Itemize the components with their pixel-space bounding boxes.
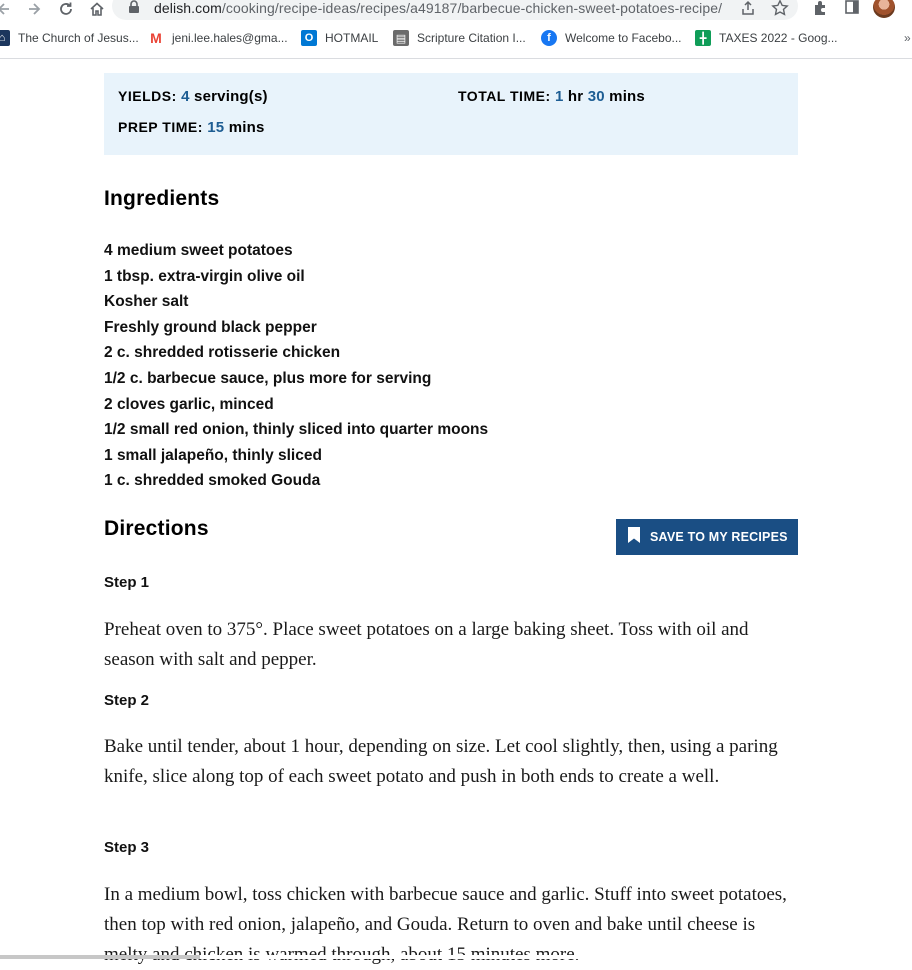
bookmark-facebook[interactable]: f Welcome to Facebo... bbox=[541, 28, 682, 48]
ingredient-item: 2 c. shredded rotisserie chicken bbox=[104, 340, 488, 366]
outlook-icon: O bbox=[301, 30, 317, 46]
total-hours-unit: hr bbox=[567, 88, 584, 105]
bookmark-label: Welcome to Facebo... bbox=[565, 31, 682, 45]
bookmark-label: The Church of Jesus... bbox=[18, 31, 139, 45]
ingredient-text: small jalapeño, thinly sliced bbox=[116, 446, 322, 464]
ingredient-amount: 1 tbsp. bbox=[104, 267, 154, 285]
save-to-my-recipes-button[interactable]: SAVE TO MY RECIPES bbox=[616, 519, 798, 555]
ingredient-text: small red onion, thinly sliced into quar… bbox=[129, 421, 489, 439]
side-panel-icon[interactable] bbox=[844, 0, 860, 20]
prep-time-unit: mins bbox=[228, 119, 265, 136]
ingredient-item: 1 c. shredded smoked Gouda bbox=[104, 468, 488, 494]
gmail-icon: M bbox=[150, 30, 162, 46]
total-time-info: TOTAL TIME: 1 hr 30 mins bbox=[458, 88, 645, 105]
bookmarks-overflow-icon[interactable]: » bbox=[904, 31, 911, 45]
ingredient-amount: 1/2 bbox=[104, 421, 126, 439]
reload-icon[interactable] bbox=[56, 0, 76, 18]
ingredient-item: 1 small jalapeño, thinly sliced bbox=[104, 443, 488, 469]
step-title: Step 2 bbox=[104, 692, 150, 709]
facebook-icon: f bbox=[541, 30, 557, 46]
ingredient-item: Freshly ground black pepper bbox=[104, 315, 488, 341]
ingredient-text: extra-virgin olive oil bbox=[158, 267, 305, 285]
ingredient-amount: 4 bbox=[104, 242, 113, 259]
profile-avatar[interactable] bbox=[873, 0, 895, 18]
bookmark-label: TAXES 2022 - Goog... bbox=[719, 31, 838, 45]
yields-unit: serving(s) bbox=[194, 88, 268, 105]
ingredient-text: shredded smoked Gouda bbox=[134, 472, 321, 490]
yields-label: YIELDS: bbox=[118, 88, 177, 104]
bookmark-scripture[interactable]: ▤ Scripture Citation I... bbox=[393, 28, 526, 48]
bookmark-church[interactable]: ⌂ The Church of Jesus... bbox=[0, 28, 139, 48]
ingredient-text: Kosher salt bbox=[104, 293, 189, 311]
bookmark-hotmail[interactable]: O HOTMAIL bbox=[301, 28, 378, 48]
save-button-label: SAVE TO MY RECIPES bbox=[650, 530, 788, 544]
step-title: Step 3 bbox=[104, 839, 150, 856]
total-hours: 1 bbox=[554, 88, 564, 105]
ingredient-amount: 1/2 c. bbox=[104, 369, 143, 387]
total-minutes-unit: mins bbox=[609, 88, 645, 105]
bookmark-label: Scripture Citation I... bbox=[417, 31, 526, 45]
ingredient-amount: 1 c. bbox=[104, 472, 130, 490]
ingredient-text: shredded rotisserie chicken bbox=[134, 344, 341, 362]
bookmark-gmail[interactable]: M jeni.lee.hales@gma... bbox=[148, 28, 288, 48]
back-icon[interactable] bbox=[0, 0, 14, 18]
ingredient-text: cloves garlic, minced bbox=[116, 395, 274, 413]
ingredient-item: 1/2 c. barbecue sauce, plus more for ser… bbox=[104, 366, 488, 392]
extensions-icon[interactable] bbox=[812, 0, 830, 22]
recipe-meta-box: YIELDS: 4 serving(s) TOTAL TIME: 1 hr 30… bbox=[104, 73, 798, 155]
navigation-bar: delish.com/cooking/recipe-ideas/recipes/… bbox=[0, 0, 912, 22]
ingredient-amount: 2 c. bbox=[104, 344, 130, 362]
scripture-icon: ▤ bbox=[393, 30, 409, 46]
ingredient-item: 1/2 small red onion, thinly sliced into … bbox=[104, 417, 488, 443]
total-time-label: TOTAL TIME: bbox=[458, 88, 551, 104]
directions-heading: Directions bbox=[104, 517, 209, 540]
browser-chrome: delish.com/cooking/recipe-ideas/recipes/… bbox=[0, 0, 912, 59]
ingredient-text: medium sweet potatoes bbox=[116, 242, 293, 259]
prep-time-label: PREP TIME: bbox=[118, 119, 203, 135]
prep-time-value: 15 bbox=[207, 119, 225, 136]
ingredient-item: 1 tbsp. extra-virgin olive oil bbox=[104, 264, 488, 290]
horizontal-scrollbar[interactable] bbox=[0, 955, 200, 959]
url-text[interactable]: delish.com/cooking/recipe-ideas/recipes/… bbox=[154, 0, 722, 16]
step-title: Step 1 bbox=[104, 574, 150, 591]
ingredient-item: 4 medium sweet potatoes bbox=[104, 238, 488, 264]
bookmark-star-icon[interactable] bbox=[771, 0, 789, 22]
bookmark-label: HOTMAIL bbox=[325, 31, 379, 45]
ingredients-list: 4 medium sweet potatoes 1 tbsp. extra-vi… bbox=[104, 238, 488, 494]
home-icon[interactable] bbox=[87, 0, 107, 18]
ingredient-item: 2 cloves garlic, minced bbox=[104, 392, 488, 418]
step-text: Bake until tender, about 1 hour, dependi… bbox=[104, 736, 778, 787]
ingredient-text: barbecue sauce, plus more for serving bbox=[147, 369, 432, 387]
ingredient-text: Freshly ground black pepper bbox=[104, 318, 317, 336]
url-path: /cooking/recipe-ideas/recipes/a49187/bar… bbox=[221, 0, 723, 16]
ingredient-item: Kosher salt bbox=[104, 289, 488, 315]
ingredients-heading: Ingredients bbox=[104, 187, 220, 210]
lock-icon[interactable] bbox=[128, 0, 140, 19]
bookmark-icon bbox=[628, 526, 640, 548]
bookmark-taxes[interactable]: ╋ TAXES 2022 - Goog... bbox=[695, 28, 838, 48]
sheets-icon: ╋ bbox=[695, 30, 711, 46]
yields-value: 4 bbox=[181, 88, 190, 105]
prep-time-info: PREP TIME: 15 mins bbox=[118, 119, 265, 136]
share-icon[interactable] bbox=[740, 0, 756, 21]
step-text: Preheat oven to 375°. Place sweet potato… bbox=[104, 619, 749, 670]
church-icon: ⌂ bbox=[0, 30, 10, 46]
bookmark-label: jeni.lee.hales@gma... bbox=[172, 31, 288, 45]
yields-info: YIELDS: 4 serving(s) bbox=[118, 88, 268, 105]
ingredient-amount: 2 bbox=[104, 395, 113, 413]
url-domain: delish.com bbox=[154, 0, 222, 16]
total-minutes: 30 bbox=[587, 88, 605, 105]
forward-icon[interactable] bbox=[24, 0, 44, 18]
bookmarks-bar: ⌂ The Church of Jesus... M jeni.lee.hale… bbox=[0, 28, 912, 50]
ingredient-amount: 1 bbox=[104, 446, 113, 464]
